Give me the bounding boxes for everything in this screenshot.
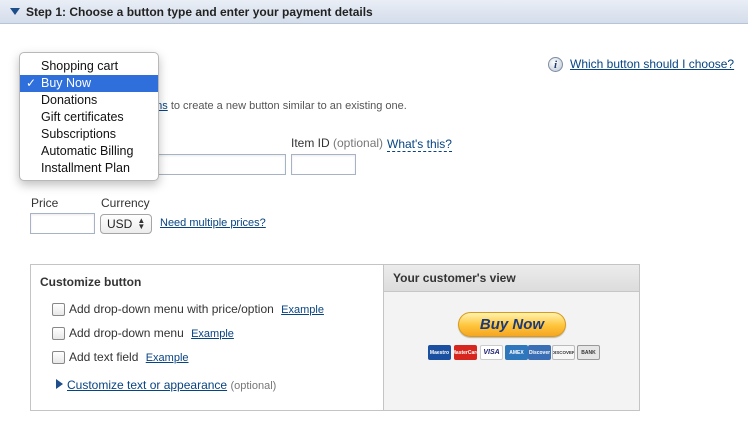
menu-item-donations[interactable]: Donations bbox=[20, 92, 158, 109]
menu-item-subscriptions[interactable]: Subscriptions bbox=[20, 126, 158, 143]
customize-appearance: Customize text or appearance (optional) bbox=[67, 378, 276, 392]
collapse-triangle-icon bbox=[10, 8, 20, 15]
option-checkbox-price-menu[interactable] bbox=[52, 303, 65, 316]
menu-item-label: Donations bbox=[41, 93, 98, 107]
menu-item-label: Automatic Billing bbox=[41, 144, 134, 158]
updown-arrows-icon: ▲ ▼ bbox=[137, 216, 146, 231]
option-checkbox-text-field[interactable] bbox=[52, 351, 65, 364]
customize-appearance-optional: (optional) bbox=[230, 380, 277, 392]
customize-title: Customize button bbox=[40, 275, 142, 289]
item-id-input[interactable] bbox=[291, 154, 356, 175]
info-icon: i bbox=[548, 57, 563, 72]
existing-button-hint: ons to create a new button similar to an… bbox=[150, 100, 407, 112]
menu-item-label: Buy Now bbox=[41, 76, 92, 90]
price-label: Price bbox=[31, 196, 59, 210]
menu-item-automatic-billing[interactable]: Automatic Billing bbox=[20, 143, 158, 160]
currency-label: Currency bbox=[101, 196, 150, 210]
example-link[interactable]: Example bbox=[146, 352, 189, 364]
whats-this-link[interactable]: What's this? bbox=[387, 137, 452, 152]
customize-options: Customize button Add drop-down menu with… bbox=[31, 265, 383, 410]
example-link[interactable]: Example bbox=[191, 328, 234, 340]
customer-view-panel: Your customer's view Buy Now Maestro Mas… bbox=[383, 265, 639, 410]
item-id-optional: (optional) bbox=[333, 136, 384, 150]
option-text: Add drop-down menu bbox=[69, 326, 184, 340]
menu-item-label: Gift certificates bbox=[41, 110, 124, 124]
existing-button-hint-text: to create a new button similar to an exi… bbox=[170, 100, 407, 112]
menu-item-shopping-cart[interactable]: Shopping cart bbox=[20, 58, 158, 75]
customize-appearance-link[interactable]: Customize text or appearance bbox=[67, 378, 227, 392]
customer-view-title: Your customer's view bbox=[384, 265, 639, 292]
expand-triangle-icon bbox=[56, 379, 63, 389]
menu-item-buy-now[interactable]: ✓ Buy Now bbox=[20, 75, 158, 92]
option-text: Add text field bbox=[69, 350, 139, 364]
amex-card-icon: AMEX bbox=[505, 345, 528, 360]
menu-item-installment-plan[interactable]: Installment Plan bbox=[20, 160, 158, 177]
menu-item-gift-certificates[interactable]: Gift certificates bbox=[20, 109, 158, 126]
currency-select[interactable]: USD ▲ ▼ bbox=[100, 214, 152, 234]
option-label-menu: Add drop-down menu Example bbox=[69, 326, 234, 340]
item-id-label-text: Item ID bbox=[291, 136, 330, 150]
checkmark-icon: ✓ bbox=[26, 76, 37, 90]
item-id-label: Item ID (optional) bbox=[291, 136, 383, 150]
multiple-prices-link[interactable]: Need multiple prices? bbox=[160, 217, 266, 229]
visa-card-icon: VISA bbox=[480, 345, 503, 360]
maestro-card-icon: Maestro bbox=[428, 345, 451, 360]
menu-item-label: Installment Plan bbox=[41, 161, 130, 175]
buy-now-preview-button[interactable]: Buy Now bbox=[458, 312, 566, 337]
button-type-dropdown-menu[interactable]: Shopping cart ✓ Buy Now Donations Gift c… bbox=[19, 52, 159, 181]
menu-item-label: Subscriptions bbox=[41, 127, 117, 141]
option-text: Add drop-down menu with price/option bbox=[69, 302, 274, 316]
bank-icon: BANK bbox=[577, 345, 600, 360]
discover-card-icon: DISCOVER bbox=[552, 345, 575, 360]
discover-network-card-icon: Discover bbox=[528, 345, 551, 360]
example-link[interactable]: Example bbox=[281, 304, 324, 316]
item-name-input[interactable] bbox=[150, 154, 286, 175]
mastercard-icon: MasterCard bbox=[454, 345, 477, 360]
step-title: Step 1: Choose a button type and enter y… bbox=[26, 4, 373, 19]
customize-panel: Customize button Add drop-down menu with… bbox=[30, 264, 640, 411]
option-checkbox-menu[interactable] bbox=[52, 327, 65, 340]
which-button-link[interactable]: Which button should I choose? bbox=[570, 57, 734, 71]
option-label-price-menu: Add drop-down menu with price/option Exa… bbox=[69, 302, 324, 316]
step-header[interactable]: Step 1: Choose a button type and enter y… bbox=[0, 0, 748, 24]
menu-item-label: Shopping cart bbox=[41, 59, 119, 73]
price-input[interactable] bbox=[30, 213, 95, 234]
option-label-text-field: Add text field Example bbox=[69, 350, 189, 364]
currency-value: USD bbox=[107, 217, 133, 231]
